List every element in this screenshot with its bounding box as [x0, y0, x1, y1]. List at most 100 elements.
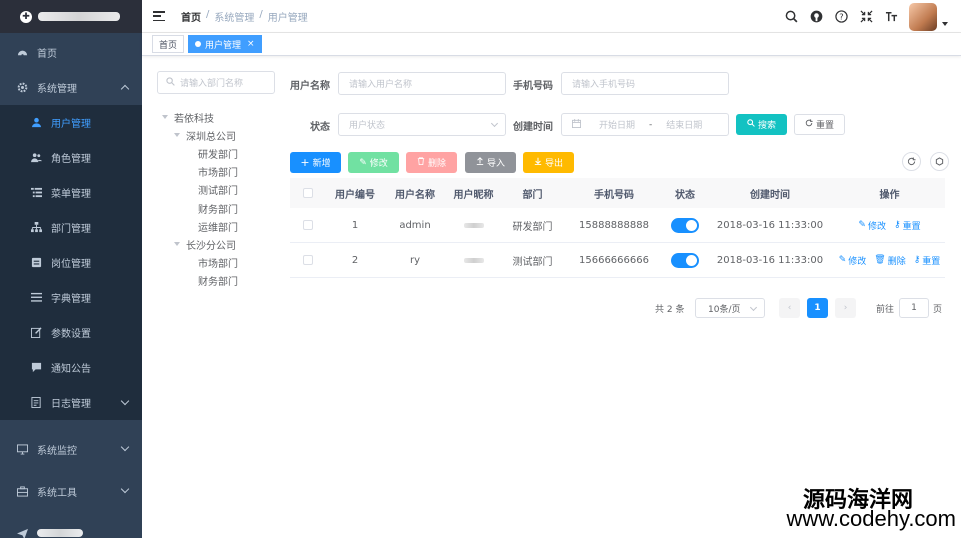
- prev-page-button[interactable]: ‹: [779, 298, 800, 318]
- sidebar-item-redacted[interactable]: [0, 515, 142, 538]
- logo-icon: ✚: [20, 10, 32, 23]
- sidebar-item-post[interactable]: 岗位管理: [0, 245, 142, 280]
- tree-node[interactable]: 测试部门: [162, 181, 238, 199]
- import-button-label: 导入: [486, 159, 505, 169]
- user-icon: [31, 117, 42, 128]
- hamburger-icon[interactable]: [153, 11, 165, 21]
- trash-icon: [417, 157, 425, 168]
- expand-icon[interactable]: [162, 115, 168, 120]
- row-reset-button[interactable]: ⚷ 重置: [914, 254, 941, 267]
- edit-button[interactable]: ✎ 修改: [348, 152, 399, 173]
- status-switch[interactable]: [664, 217, 706, 233]
- tree-node[interactable]: 深圳总公司: [162, 126, 238, 144]
- send-icon: [17, 528, 28, 538]
- breadcrumb-sep: /: [259, 8, 263, 20]
- column-header: 用户昵称: [453, 189, 494, 201]
- add-button[interactable]: + 新增: [290, 152, 341, 173]
- breadcrumb-system: 系统管理: [214, 12, 255, 24]
- row-checkbox[interactable]: [290, 220, 326, 230]
- fullscreen-icon[interactable]: [859, 10, 873, 24]
- sidebar-item-monitor[interactable]: 系统监控: [0, 431, 142, 467]
- expand-icon[interactable]: [174, 133, 180, 138]
- tree-icon: [31, 222, 42, 233]
- dashboard-icon: [17, 47, 28, 58]
- sidebar-item-label: 岗位管理: [51, 259, 91, 270]
- status-select[interactable]: 用户状态: [338, 113, 506, 136]
- column-header: 部门: [522, 189, 543, 201]
- tag-user[interactable]: 用户管理 ×: [188, 35, 262, 53]
- column-toggle-button[interactable]: [930, 152, 949, 171]
- sidebar-item-menu[interactable]: 菜单管理: [0, 175, 142, 210]
- row-delete-button[interactable]: 🗑 删除: [874, 254, 905, 267]
- tree-node[interactable]: 长沙分公司: [162, 235, 238, 253]
- chevron-right-icon: ›: [843, 303, 848, 313]
- sidebar-item-dict[interactable]: 字典管理: [0, 280, 142, 315]
- github-icon[interactable]: [809, 10, 823, 24]
- expand-icon[interactable]: [174, 242, 180, 247]
- start-date-placeholder: 开始日期: [599, 121, 636, 131]
- phone-input[interactable]: 请输入手机号码: [561, 72, 729, 95]
- breadcrumb-home[interactable]: 首页: [181, 9, 201, 24]
- row-edit-button[interactable]: ✎ 修改: [858, 219, 886, 232]
- username-label: 用户名称: [290, 81, 330, 92]
- sidebar-item-user[interactable]: 用户管理: [0, 105, 142, 140]
- key-icon: ⚷: [893, 220, 901, 230]
- tree-node[interactable]: 市场部门: [162, 163, 238, 181]
- sidebar-item-system[interactable]: 系统管理: [0, 70, 142, 105]
- date-range-input[interactable]: 开始日期 - 结束日期: [561, 113, 729, 136]
- sidebar-item-dept[interactable]: 部门管理: [0, 210, 142, 245]
- sidebar-lower: 系统监控 系统工具: [0, 431, 142, 538]
- logo[interactable]: ✚: [0, 0, 142, 33]
- tree-node[interactable]: 财务部门: [162, 199, 238, 217]
- tree-node-label: 若依科技: [174, 113, 214, 125]
- phone-label: 手机号码: [513, 81, 553, 92]
- reset-button[interactable]: 重置: [794, 114, 845, 135]
- refresh-table-button[interactable]: [902, 152, 921, 171]
- redacted-label: [37, 529, 83, 537]
- sidebar-item-tool[interactable]: 系统工具: [0, 473, 142, 509]
- page-size-select[interactable]: 10条/页: [695, 298, 765, 318]
- import-button[interactable]: 导入: [465, 152, 516, 173]
- cell-dept: 测试部门: [512, 256, 553, 268]
- sidebar-item-label: 系统工具: [37, 487, 77, 499]
- edit-icon: [31, 327, 42, 338]
- search-button[interactable]: 搜索: [736, 114, 787, 135]
- sidebar-item-label: 系统监控: [37, 445, 77, 457]
- sidebar-item-log[interactable]: 日志管理: [0, 385, 142, 420]
- goto-page-input[interactable]: 1: [899, 298, 929, 318]
- close-icon[interactable]: ×: [247, 39, 255, 49]
- search-icon[interactable]: [784, 10, 798, 24]
- dept-search-input[interactable]: 请输入部门名称: [157, 71, 275, 94]
- row-reset-button[interactable]: ⚷ 重置: [894, 219, 921, 232]
- tag-home[interactable]: 首页: [152, 35, 185, 53]
- sidebar-item-home[interactable]: 首页: [0, 35, 142, 70]
- select-all-checkbox[interactable]: [290, 188, 326, 198]
- tree-node[interactable]: 市场部门: [162, 254, 238, 272]
- question-icon[interactable]: ?: [834, 10, 848, 24]
- tree-node[interactable]: 财务部门: [162, 272, 238, 290]
- page-number[interactable]: 1: [807, 298, 828, 318]
- refresh-icon: [907, 157, 916, 166]
- row-checkbox[interactable]: [290, 255, 326, 265]
- status-switch[interactable]: [664, 252, 706, 268]
- tree-node[interactable]: 研发部门: [162, 144, 238, 162]
- row-edit-button[interactable]: ✎ 修改: [839, 254, 867, 267]
- tree-node-label: 长沙分公司: [186, 240, 236, 252]
- sidebar-item-role[interactable]: 角色管理: [0, 140, 142, 175]
- caret-down-icon[interactable]: [942, 21, 948, 26]
- delete-button[interactable]: 删除: [406, 152, 457, 173]
- sidebar-item-notice[interactable]: 通知公告: [0, 350, 142, 385]
- dept-search-placeholder: 请输入部门名称: [180, 79, 244, 89]
- tree-node[interactable]: 运维部门: [162, 217, 238, 235]
- sidebar-item-config[interactable]: 参数设置: [0, 315, 142, 350]
- export-button[interactable]: 导出: [523, 152, 574, 173]
- username-input[interactable]: 请输入用户名称: [338, 72, 506, 95]
- sidebar-item-label: 用户管理: [51, 119, 91, 130]
- search-icon: [747, 119, 755, 130]
- tree-table-icon: [31, 187, 42, 198]
- avatar[interactable]: [909, 2, 937, 31]
- next-page-button[interactable]: ›: [835, 298, 856, 318]
- tree-node[interactable]: 若依科技: [162, 108, 238, 126]
- time-label: 创建时间: [513, 122, 553, 133]
- font-size-icon[interactable]: [884, 10, 898, 24]
